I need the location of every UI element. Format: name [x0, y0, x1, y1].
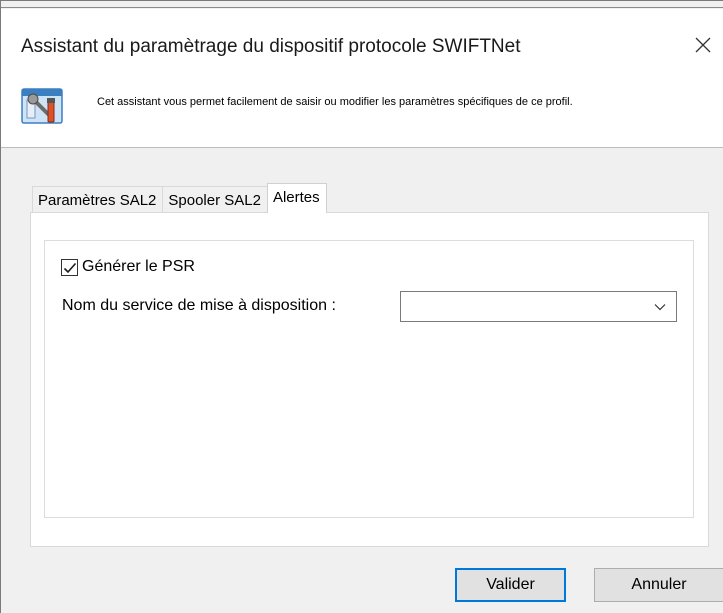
close-button[interactable] [689, 31, 717, 59]
checkmark-icon [63, 262, 77, 273]
dialog-header: Assistant du paramètrage du dispositif p… [1, 9, 723, 148]
tab-strip: Paramètres SAL2 Spooler SAL2 Alertes [32, 183, 327, 213]
generate-psr-label: Générer le PSR [82, 258, 195, 275]
alertes-tab-panel: Générer le PSR Nom du service de mise à … [30, 212, 709, 547]
alertes-group: Générer le PSR Nom du service de mise à … [44, 240, 694, 518]
dialog-description: Cet assistant vous permet facilement de … [97, 96, 573, 108]
validate-button[interactable]: Valider [455, 568, 566, 602]
generate-psr-checkbox[interactable]: Générer le PSR [61, 257, 195, 277]
window-top-border [1, 7, 723, 8]
tab-spooler-sal2[interactable]: Spooler SAL2 [162, 186, 268, 213]
close-icon [695, 37, 711, 53]
wizard-tools-icon [21, 85, 65, 127]
tab-parametres-sal2[interactable]: Paramètres SAL2 [32, 186, 164, 213]
cancel-button[interactable]: Annuler [594, 568, 723, 602]
wizard-dialog: Assistant du paramètrage du dispositif p… [0, 0, 723, 613]
tab-alertes[interactable]: Alertes [266, 183, 327, 213]
chevron-down-icon [654, 304, 666, 311]
checkbox-box[interactable] [61, 258, 78, 276]
service-name-select[interactable] [400, 291, 677, 322]
dialog-title: Assistant du paramètrage du dispositif p… [21, 36, 521, 57]
service-name-label: Nom du service de mise à disposition : [62, 297, 336, 314]
